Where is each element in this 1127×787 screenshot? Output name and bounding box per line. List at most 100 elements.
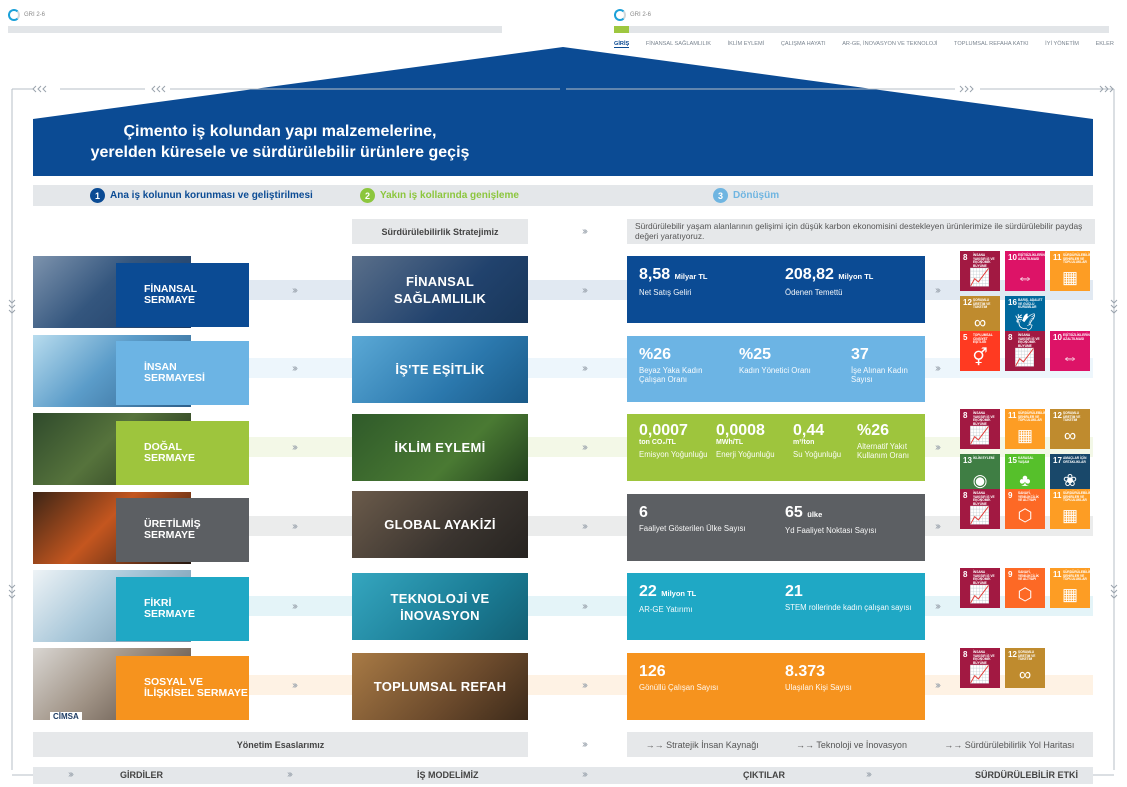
step-3: 3 Dönüşüm	[713, 188, 779, 203]
business-model-card[interactable]: FİNANSAL SAĞLAMLILIK	[352, 256, 528, 323]
stat-label: Gönüllü Çalışan Sayısı	[639, 683, 719, 692]
stat-value-number: %25	[739, 346, 772, 363]
stat-value: 21	[785, 583, 915, 600]
stat-value: 0,0008	[716, 422, 796, 439]
sdg-glyph-icon: 📈	[969, 506, 991, 525]
sdg-number: 9	[1008, 570, 1013, 579]
output-card: 6 Faaliyet Gösterilen Ülke Sayısı 65 ülke Y…	[627, 494, 925, 561]
sdg-goal-icon: 9 SANAYİ, YENİLİKÇİLİK VE ALTYAPI ⬡	[1005, 489, 1045, 529]
stat-label: STEM rollerinde kadın çalışan sayısı	[785, 603, 912, 612]
chevron-right-icon: ›››	[68, 769, 74, 780]
sdg-glyph-icon: 📈	[969, 665, 991, 684]
business-model-card[interactable]: GLOBAL AYAKİZİ	[352, 491, 528, 558]
output-card: 126 Gönüllü Çalışan Sayısı 8.373 Ulaşılan K…	[627, 653, 925, 720]
sdg-title: İNSANA YAKIŞIR İŞ VE EKONOMİK BÜYÜME	[973, 650, 995, 665]
sdg-number: 10	[1008, 253, 1017, 262]
stat-value-number: 65	[785, 504, 803, 521]
input-capital-text: İLİŞKİSEL SERMAYE	[144, 687, 248, 699]
output-stat: 0,0008 MWh/TL Enerji Yoğunluğu	[716, 422, 796, 459]
input-capital-text: SERMAYE	[144, 294, 195, 306]
sdg-goal-icon: 17 AMAÇLAR İÇİN ORTAKLIKLAR ❀	[1050, 454, 1090, 494]
output-stat: 208,82 Milyon TL Ödenen Temettü	[785, 266, 915, 297]
bottom-bar	[33, 767, 1093, 784]
sdg-title: SÜRDÜRÜLEBİLİR ŞEHİRLER VE TOPLULUKLAR	[1063, 253, 1090, 265]
sdg-title: İNSANA YAKIŞIR İŞ VE EKONOMİK BÜYÜME	[973, 491, 995, 506]
business-model-title-line: İŞ'TE EŞİTLİK	[395, 362, 485, 377]
business-model-card[interactable]: İŞ'TE EŞİTLİK	[352, 336, 528, 403]
stat-label: Ulaşılan Kişi Sayısı	[785, 683, 852, 692]
sdg-glyph-icon: ∞	[973, 313, 987, 332]
stat-value: 22 Milyon TL	[639, 583, 769, 602]
sdg-glyph-icon: ♣	[1019, 471, 1031, 490]
stat-value: 65 ülke	[785, 504, 915, 523]
stat-unit: ülke	[807, 510, 823, 519]
sdg-goal-icon: 15 KARASAL YAŞAM ♣	[1005, 454, 1045, 494]
sdg-goal-icon: 9 SANAYİ, YENİLİKÇİLİK VE ALTYAPI ⬡	[1005, 568, 1045, 608]
stat-value: %26	[857, 422, 937, 439]
sdg-title: İNSANA YAKIŞIR İŞ VE EKONOMİK BÜYÜME	[973, 253, 995, 268]
sdg-glyph-icon: ▦	[1061, 268, 1079, 287]
business-model-card[interactable]: TEKNOLOJİ VE İNOVASYON	[352, 573, 528, 640]
stat-unit: Milyar TL	[674, 272, 708, 281]
stat-label: Net Satış Geliri	[639, 288, 692, 297]
stat-label: Ödenen Temettü	[785, 288, 843, 297]
sdg-goal-icon: 8 İNSANA YAKIŞIR İŞ VE EKONOMİK BÜYÜME 📈	[960, 251, 1000, 291]
stat-value-number: 21	[785, 583, 803, 600]
page-title: Çimento iş kolundan yapı malzemelerine, …	[90, 123, 470, 161]
stat-value: 8,58 Milyar TL	[639, 266, 769, 285]
chevron-right-icon: ›››	[582, 601, 588, 612]
sdg-number: 12	[1008, 650, 1017, 659]
stat-value-number: 208,82	[785, 266, 834, 283]
stat-label: Kadın Yönetici Oranı	[739, 366, 811, 375]
footer-label-business-model: İŞ MODELİMİZ	[417, 770, 479, 780]
business-model-title-wrap: İKLİM EYLEMİ	[395, 439, 486, 456]
sdg-number: 9	[1008, 491, 1013, 500]
chevron-right-icon: ›››	[935, 285, 941, 296]
sdg-title: İNSANA YAKIŞIR İŞ VE EKONOMİK BÜYÜME	[973, 411, 995, 426]
sdg-number: 8	[963, 570, 968, 579]
sdg-title: BARIŞ, ADALET VE GÜÇLÜ KURUMLAR	[1018, 298, 1043, 310]
output-card: 0,0007 ton CO₂/TL Emisyon Yoğunluğu 0,0008 M…	[627, 414, 925, 481]
business-model-title-line: İKLİM EYLEMİ	[394, 440, 486, 455]
sdg-glyph-icon: ∞	[1063, 426, 1077, 445]
step-1: 1 Ana iş kolunun korunması ve geliştiril…	[90, 188, 313, 203]
stat-unit: Milyon TL	[661, 589, 697, 598]
business-model-card[interactable]: İKLİM EYLEMİ	[352, 414, 528, 481]
sdg-number: 12	[1053, 411, 1062, 420]
sdg-goal-icon: 10 EŞİTSİZLİKLERİN AZALTILMASI ⇔	[1005, 251, 1045, 291]
sdg-title: SORUMLU ÜRETİM VE TÜKETİM	[1063, 411, 1081, 423]
stat-label: Alternatif Yakıt Kullanım Oranı	[857, 442, 910, 460]
sdg-goal-icon: 12 SORUMLU ÜRETİM VE TÜKETİM ∞	[960, 296, 1000, 336]
input-capital-label: FİKRİ SERMAYE	[116, 577, 249, 641]
sdg-title: SANAYİ, YENİLİKÇİLİK VE ALTYAPI	[1018, 491, 1039, 503]
business-model-title-line: SAĞLAMLILIK	[393, 290, 487, 306]
output-stat: 21 STEM rollerinde kadın çalışan sayısı	[785, 583, 915, 612]
sdg-title: SÜRDÜRÜLEBİLİR ŞEHİRLER VE TOPLULUKLAR	[1018, 411, 1045, 423]
sdg-title: SORUMLU ÜRETİM VE TÜKETİM	[1018, 650, 1036, 662]
business-model-card[interactable]: TOPLUMSAL REFAH	[352, 653, 528, 720]
sdg-number: 16	[1008, 298, 1017, 307]
footer-label-impact: SÜRDÜRÜLEBİLİR ETKİ	[975, 770, 1078, 780]
sdg-goal-icon: 11 SÜRDÜRÜLEBİLİR ŞEHİRLER VE TOPLULUKLAR…	[1005, 409, 1045, 449]
sdg-number: 11	[1053, 491, 1062, 500]
sdg-glyph-icon: 📈	[969, 585, 991, 604]
sdg-goal-icon: 12 SORUMLU ÜRETİM VE TÜKETİM ∞	[1005, 648, 1045, 688]
stat-value-number: 0,0007	[639, 422, 688, 439]
input-capital-text: SERMAYE	[144, 529, 195, 541]
sdg-number: 11	[1053, 253, 1062, 262]
business-model-title: FİNANSAL SAĞLAMLILIK	[352, 256, 528, 323]
stat-value-number: %26	[639, 346, 672, 363]
stat-unit: MWh/TL	[716, 439, 744, 446]
footer-label-outputs: ÇIKTILAR	[743, 770, 785, 780]
stat-unit: Milyon TL	[838, 272, 874, 281]
stat-value-number: 8,58	[639, 266, 671, 283]
stat-value-number: 37	[851, 346, 869, 363]
sdg-number: 15	[1008, 456, 1017, 465]
business-model-title-wrap: TEKNOLOJİ VE İNOVASYON	[391, 590, 490, 624]
business-model-title: TEKNOLOJİ VE İNOVASYON	[352, 573, 528, 640]
sdg-number: 8	[963, 650, 968, 659]
sdg-goal-icon: 13 İKLİM EYLEMİ ◉	[960, 454, 1000, 494]
input-capital-label: FİNANSAL SERMAYE	[116, 263, 249, 327]
sdg-title: İKLİM EYLEMİ	[973, 456, 995, 460]
sdg-goal-icon: 11 SÜRDÜRÜLEBİLİR ŞEHİRLER VE TOPLULUKLAR…	[1050, 251, 1090, 291]
